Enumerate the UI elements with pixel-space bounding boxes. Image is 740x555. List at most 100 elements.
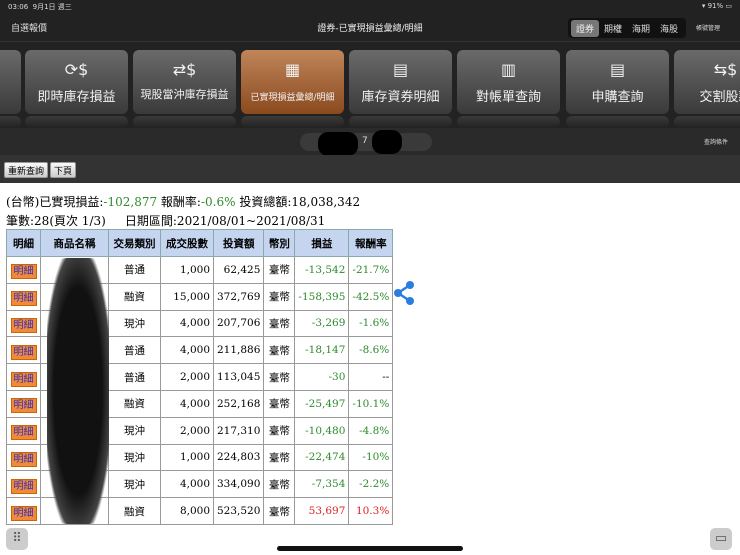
detail-button[interactable]: 明細: [10, 451, 37, 467]
pnl: -25,497: [294, 389, 350, 418]
return-rate: 10.3%: [348, 497, 394, 525]
segment-options[interactable]: 期權: [599, 20, 627, 37]
amount: 252,168: [212, 389, 265, 418]
pnl: -13,542: [294, 256, 350, 284]
quantity: 4,000: [160, 389, 214, 418]
amount: 211,886: [212, 336, 265, 365]
doc-search-icon: ▤: [609, 60, 626, 79]
toolbar-subscription[interactable]: ▤ 申購查詢: [566, 50, 669, 114]
detail-button[interactable]: 明細: [10, 505, 37, 521]
return-rate: -4.8%: [348, 416, 394, 445]
return-rate: -10%: [348, 443, 394, 472]
account-bar: 7 查詢條件: [0, 128, 740, 156]
pnl: -7,354: [294, 470, 350, 499]
detail-cell: 明細: [6, 336, 41, 365]
trade-type: 融資: [108, 389, 161, 418]
detail-cell: 明細: [6, 256, 41, 284]
toolbar-statement[interactable]: ▥ 對帳單查詢: [457, 50, 560, 114]
segment-overseas-stocks[interactable]: 海股: [655, 20, 683, 37]
detail-button[interactable]: 明細: [10, 291, 37, 307]
segment-overseas-futures[interactable]: 海期: [627, 20, 655, 37]
status-bar: 03:06 9月1日 週三 ▾ 91% ▭: [8, 2, 732, 12]
share-icon[interactable]: [392, 280, 416, 306]
currency: 臺幣: [263, 336, 296, 365]
detail-cell: 明細: [6, 443, 41, 472]
amount: 224,803: [212, 443, 265, 472]
pnl: -22,474: [294, 443, 350, 472]
keyboard-icon[interactable]: ▭: [710, 528, 732, 550]
toolbar-realtime-pnl[interactable]: ⟳$ 即時庫存損益: [25, 50, 128, 114]
trade-type: 現沖: [108, 309, 161, 338]
pnl: 53,697: [294, 497, 350, 525]
detail-button[interactable]: 明細: [10, 344, 37, 360]
record-summary: 筆數:28(頁次 1/3) 日期區間:2021/08/01~2021/08/31: [6, 214, 326, 228]
currency: 臺幣: [263, 389, 296, 418]
requery-button[interactable]: 重新查詢: [4, 162, 49, 178]
amount: 207,706: [212, 309, 265, 338]
detail-cell: 明細: [6, 389, 41, 418]
battery: ▾ 91% ▭: [701, 2, 732, 10]
amount: 334,090: [212, 470, 265, 499]
return-rate: --: [348, 363, 394, 391]
quantity: 1,000: [160, 443, 214, 472]
segment-securities[interactable]: 證券: [571, 19, 600, 37]
redacted-names: [47, 258, 109, 524]
next-page-button[interactable]: 下頁: [50, 162, 77, 178]
trade-type: 現沖: [108, 416, 161, 445]
toolbar-button-partial[interactable]: [0, 50, 21, 114]
toolbar-realized-pnl[interactable]: ▦ 已實現損益彙總/明細: [241, 50, 344, 114]
currency: 臺幣: [263, 309, 296, 338]
table-header: 明細 商品名稱 交易類別 成交股數 投資額 幣別 損益 報酬率: [6, 229, 394, 257]
doc-search-icon: ▤: [392, 60, 409, 79]
toolbar-inventory[interactable]: ▤ 庫存資券明細: [349, 50, 452, 114]
return-rate: -1.6%: [348, 309, 394, 338]
dollar-exchange-icon: ⇆$: [713, 60, 738, 79]
return-rate: -21.7%: [348, 256, 394, 284]
quantity: 2,000: [160, 416, 214, 445]
grid-menu-icon[interactable]: ⠿: [6, 528, 28, 550]
toolbar-settlement[interactable]: ⇆$交割股款: [674, 50, 740, 114]
quantity: 8,000: [160, 497, 214, 525]
trade-type: 普通: [108, 256, 161, 284]
currency: 臺幣: [263, 282, 296, 311]
amount: 523,520: [212, 497, 265, 525]
query-conditions-button[interactable]: 查詢條件: [704, 137, 728, 146]
detail-button[interactable]: 明細: [10, 478, 37, 494]
quantity: 2,000: [160, 363, 214, 391]
home-indicator: [277, 546, 463, 551]
trade-type: 現沖: [108, 443, 161, 472]
trade-type: 普通: [108, 336, 161, 365]
pnl: -3,269: [294, 309, 350, 338]
detail-button[interactable]: 明細: [10, 317, 37, 333]
detail-button[interactable]: 明細: [10, 425, 37, 441]
detail-button[interactable]: 明細: [10, 398, 37, 414]
date: 9月1日 週三: [32, 3, 72, 11]
detail-cell: 明細: [6, 497, 41, 525]
detail-button[interactable]: 明細: [10, 264, 37, 280]
quantity: 4,000: [160, 470, 214, 499]
trade-type: 普通: [108, 363, 161, 391]
trade-type: 現沖: [108, 470, 161, 499]
detail-cell: 明細: [6, 416, 41, 445]
account-management[interactable]: 帳號管理: [696, 23, 720, 32]
app-header: 03:06 9月1日 週三 ▾ 91% ▭ 自選報價 證券-已實現損益彙總/明細…: [0, 0, 740, 183]
currency: 臺幣: [263, 443, 296, 472]
grid-search-icon: ▦: [284, 60, 301, 79]
return-rate: -10.1%: [348, 389, 394, 418]
quantity: 1,000: [160, 256, 214, 284]
detail-cell: 明細: [6, 470, 41, 499]
pnl: -18,147: [294, 336, 350, 365]
detail-button[interactable]: 明細: [10, 371, 37, 387]
currency: 臺幣: [263, 470, 296, 499]
dollar-refresh-search-icon: ⟳$: [64, 60, 89, 79]
function-toolbar: ⟳$ 即時庫存損益 ⇄$ 現股當沖庫存損益 ▦ 已實現損益彙總/明細 ▤ 庫存資券明細 …: [0, 50, 740, 128]
time: 03:06: [8, 3, 29, 11]
currency: 臺幣: [263, 416, 296, 445]
toolbar-daytrade-pnl[interactable]: ⇄$ 現股當沖庫存損益: [133, 50, 236, 114]
pnl: -158,395: [294, 282, 350, 311]
currency: 臺幣: [263, 256, 296, 284]
action-bar: 重新查詢 下頁: [0, 155, 740, 183]
trade-type: 融資: [108, 497, 161, 525]
pnl: -30: [294, 363, 350, 391]
market-segment: 證券 期權 海期 海股: [568, 18, 687, 38]
